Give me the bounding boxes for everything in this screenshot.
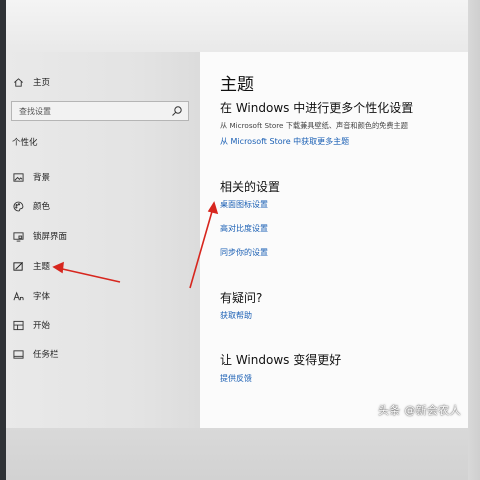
desktop-icon-settings-link[interactable]: 桌面图标设置 — [220, 199, 268, 210]
section-title: 个性化 — [12, 138, 38, 148]
sidebar-item-fonts[interactable]: 字体 — [12, 286, 192, 306]
sidebar-item-label: 开始 — [33, 321, 51, 331]
sidebar-item-label: 字体 — [33, 292, 51, 302]
sidebar-item-label: 任务栏 — [33, 350, 59, 360]
sidebar-item-label: 主题 — [33, 262, 51, 272]
image-icon — [12, 171, 24, 183]
sidebar-item-label: 主页 — [33, 78, 51, 88]
sidebar-item-home[interactable]: 主页 — [12, 72, 192, 92]
sidebar-item-background[interactable]: 背景 — [12, 167, 192, 187]
sidebar-item-label: 背景 — [33, 173, 51, 183]
store-link[interactable]: 从 Microsoft Store 中获取更多主题 — [220, 136, 349, 147]
sidebar-item-label: 颜色 — [33, 202, 51, 212]
sidebar-item-start[interactable]: 开始 — [12, 315, 192, 335]
related-settings-heading: 相关的设置 — [220, 180, 281, 194]
store-description: 从 Microsoft Store 下载兼具壁纸、声音和颜色的免费主题 — [220, 121, 408, 130]
taskbar-icon — [12, 348, 24, 360]
settings-content: 主题 在 Windows 中进行更多个性化设置 从 Microsoft Stor… — [200, 52, 468, 428]
settings-window: 主页 查找设置 个性化 背景 颜色 锁屏界面 主题 字体 开始 任务栏 主题 在… — [6, 52, 468, 428]
sidebar-item-label: 锁屏界面 — [33, 232, 68, 242]
monitor-bezel-right — [468, 0, 480, 480]
store-heading: 在 Windows 中进行更多个性化设置 — [220, 101, 414, 115]
monitor-bezel-top — [0, 0, 480, 52]
question-heading: 有疑问? — [220, 291, 263, 305]
sidebar-item-taskbar[interactable]: 任务栏 — [12, 344, 192, 364]
search-placeholder: 查找设置 — [19, 107, 51, 116]
page-title: 主题 — [220, 75, 254, 95]
sidebar-item-theme[interactable]: 主题 — [12, 256, 192, 276]
high-contrast-settings-link[interactable]: 高对比度设置 — [220, 223, 268, 234]
sidebar-item-lock-screen[interactable]: 锁屏界面 — [12, 226, 192, 246]
get-help-link[interactable]: 获取帮助 — [220, 310, 252, 321]
sync-settings-link[interactable]: 同步你的设置 — [220, 247, 268, 258]
give-feedback-link[interactable]: 提供反馈 — [220, 373, 252, 384]
watermark: 头条 @新会农人 — [378, 404, 461, 417]
font-icon — [12, 290, 24, 302]
search-icon[interactable] — [171, 105, 183, 117]
settings-sidebar: 主页 查找设置 个性化 背景 颜色 锁屏界面 主题 字体 开始 任务栏 — [6, 52, 200, 428]
start-icon — [12, 319, 24, 331]
monitor-bezel-bottom — [0, 428, 480, 480]
theme-icon — [12, 260, 24, 272]
search-input[interactable]: 查找设置 — [11, 101, 189, 121]
feedback-heading: 让 Windows 变得更好 — [220, 353, 342, 367]
lock-screen-icon — [12, 230, 24, 242]
home-icon — [12, 76, 24, 88]
sidebar-item-color[interactable]: 颜色 — [12, 196, 192, 216]
palette-icon — [12, 200, 24, 212]
